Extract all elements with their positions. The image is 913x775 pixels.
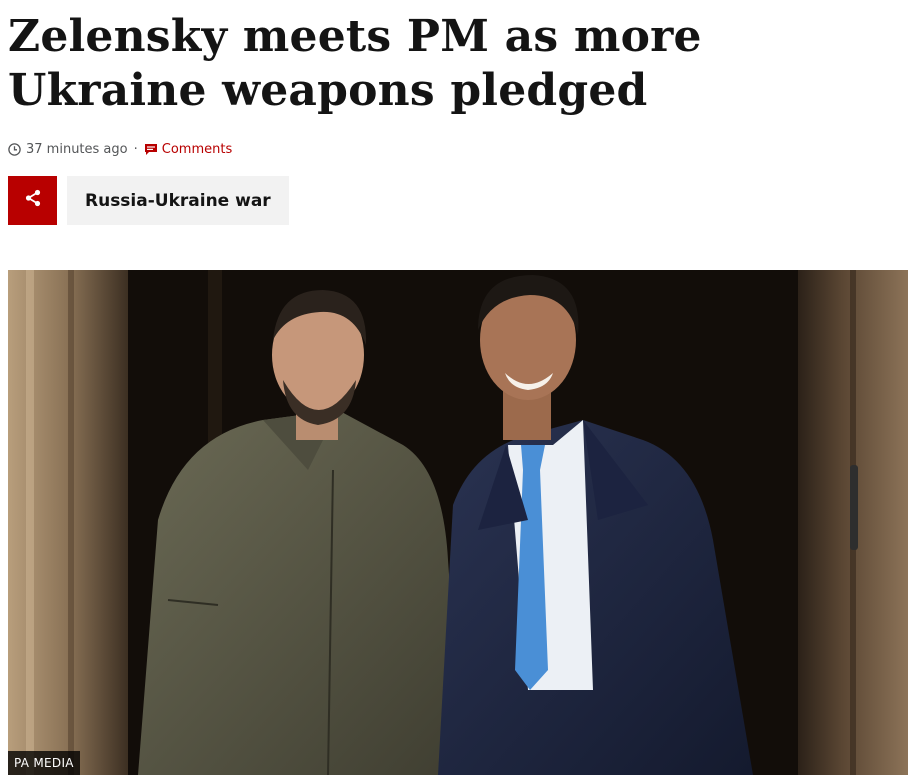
- meta-separator: ·: [133, 141, 138, 157]
- article-meta: 37 minutes ago · Comments: [8, 140, 232, 158]
- hero-photo: [8, 270, 908, 775]
- share-button[interactable]: [8, 176, 57, 225]
- timestamp: 37 minutes ago: [26, 141, 128, 157]
- photo-credit: PA MEDIA: [8, 751, 80, 775]
- article-headline: Zelensky meets PM as more Ukraine weapon…: [8, 11, 702, 116]
- share-icon: [23, 188, 43, 213]
- clock-icon: [8, 142, 21, 156]
- topic-tag-button[interactable]: Russia-Ukraine war: [67, 176, 289, 225]
- speech-bubble-icon[interactable]: [144, 143, 158, 156]
- topic-tag-label: Russia-Ukraine war: [85, 190, 271, 211]
- comments-link[interactable]: Comments: [162, 142, 232, 157]
